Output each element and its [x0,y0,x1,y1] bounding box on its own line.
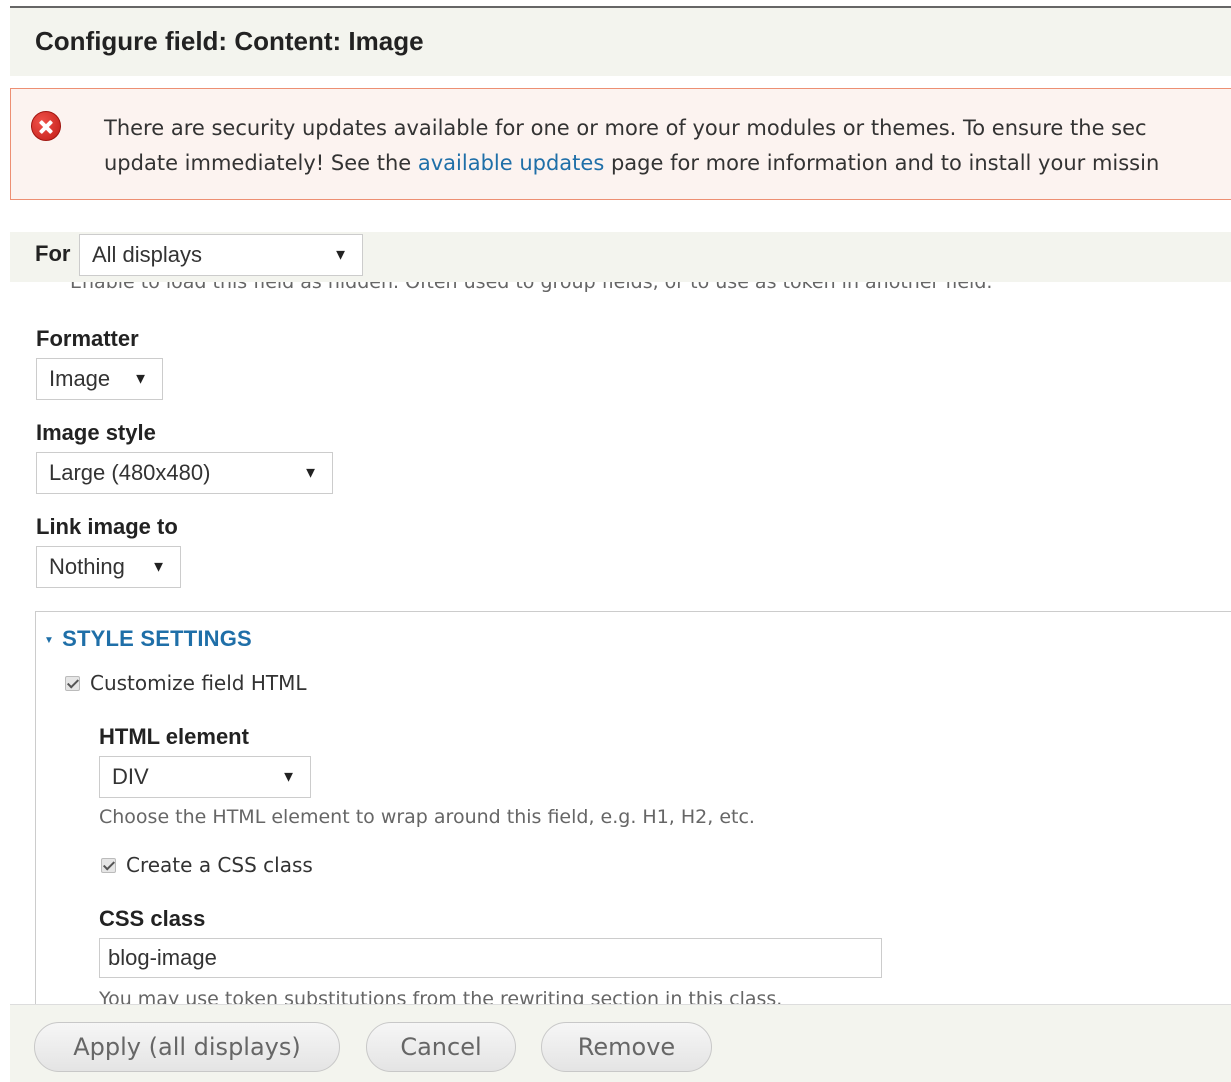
html-element-select[interactable]: DIV ▼ [99,756,311,798]
css-class-label: CSS class [99,906,206,931]
alert-line-2-start: update immediately! See the [104,151,418,175]
hidden-field-help-text: Enable to load this field as hidden. Oft… [70,282,993,293]
html-element-value: DIV [112,764,149,789]
formatter-value: Image [49,366,111,391]
dropdown-arrow-icon: ▼ [281,768,296,786]
html-element-description: Choose the HTML element to wrap around t… [99,806,755,828]
alert-line-2: update immediately! See the available up… [104,146,1231,181]
dropdown-arrow-icon: ▼ [333,246,348,264]
image-style-value: Large (480x480) [49,460,211,485]
link-image-label: Link image to [36,514,178,539]
dialog-titlebar: Configure field: Content: Image [10,8,1231,76]
customize-html-row: Customize field HTML [65,671,307,695]
style-settings-legend: STYLE SETTINGS [62,626,252,651]
style-settings-toggle[interactable]: ▼ STYLE SETTINGS [44,626,252,652]
dropdown-arrow-icon: ▼ [133,370,148,388]
dialog-title: Configure field: Content: Image [35,26,424,56]
link-image-value: Nothing [49,554,125,579]
for-displays-value: All displays [92,242,203,267]
remove-button[interactable]: Remove [541,1022,712,1072]
for-label: For [35,241,71,266]
dropdown-arrow-icon: ▼ [151,558,166,576]
html-element-label: HTML element [99,724,249,749]
dialog-footer: Apply (all displays) Cancel Remove [10,1004,1231,1082]
error-icon [31,111,61,141]
customize-html-label: Customize field HTML [90,671,307,695]
create-css-class-checkbox[interactable] [101,858,116,873]
image-style-select[interactable]: Large (480x480) ▼ [36,452,333,494]
apply-button[interactable]: Apply (all displays) [34,1022,340,1072]
hidden-field-help: Enable to load this field as hidden. Oft… [70,282,1220,300]
create-css-class-label: Create a CSS class [126,853,313,877]
alert-message: There are security updates available for… [104,111,1231,181]
security-alert: There are security updates available for… [10,88,1231,200]
alert-line-1: There are security updates available for… [104,116,1147,140]
formatter-select[interactable]: Image ▼ [36,358,163,400]
customize-html-checkbox[interactable] [65,676,80,691]
formatter-label: Formatter [36,326,139,351]
collapse-triangle-icon: ▼ [44,634,55,646]
css-class-description: You may use token substitutions from the… [99,988,783,1004]
link-image-select[interactable]: Nothing ▼ [36,546,181,588]
image-style-label: Image style [36,420,156,445]
alert-line-2-end: page for more information and to install… [604,151,1160,175]
css-class-input[interactable]: blog-image [99,938,882,978]
available-updates-link[interactable]: available updates [418,151,604,175]
for-displays-select[interactable]: All displays ▼ [79,234,363,276]
for-displays-bar: For All displays ▼ [10,232,1231,282]
dropdown-arrow-icon: ▼ [303,464,318,482]
cancel-button[interactable]: Cancel [366,1022,516,1072]
css-class-checkbox-row: Create a CSS class [101,853,313,877]
